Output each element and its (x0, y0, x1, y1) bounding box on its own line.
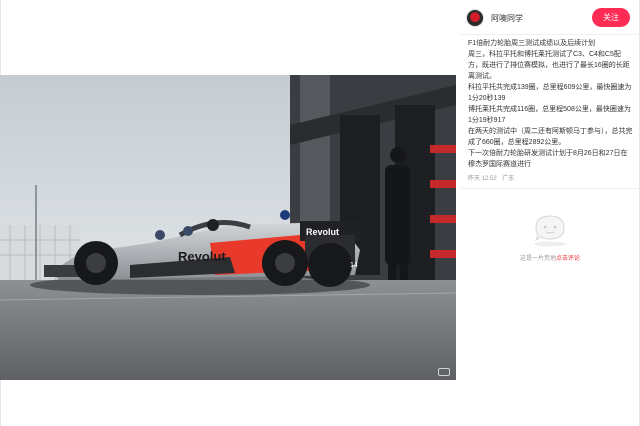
post-paragraph: 周三，科拉平托和博托莱托测试了C3、C4和C5配方，既进行了排位赛模拟，也进行了… (468, 51, 630, 80)
car-brand-text: Revolut (178, 249, 226, 264)
post-paragraph: 在两天的测试中（周二还有阿斯顿马丁参与），总共完成了660圈，总里程2892公里… (468, 128, 633, 146)
post-paragraph: F1倍耐力轮胎周三测试成绩以及后续计划 (468, 40, 596, 47)
write-comment-link[interactable]: 点击评论 (556, 256, 580, 262)
empty-chat-icon (534, 215, 566, 247)
car-number-text: 14 (350, 262, 358, 269)
author-row[interactable]: 阿噢同学 (466, 7, 523, 29)
empty-comments-label: 这是一片荒地 (519, 256, 556, 262)
post-paragraph: 科拉平托共完成139圈，总里程609公里，最快圈速为1分20秒139 (468, 84, 632, 102)
empty-comments-text: 这是一片荒地点击评论 (460, 253, 640, 262)
post-body: F1倍耐力轮胎周三测试成绩以及后续计划 周三，科拉平托和博托莱托测试了C3、C4… (468, 38, 634, 170)
f1-car-pitlane-image: Revolut Revolut 14 (0, 75, 456, 380)
empty-comments: 这是一片荒地点击评论 (460, 212, 640, 262)
post-card: Revolut Revolut 14 阿噢同学 关注 F1倍耐力轮胎周三测试成绩… (0, 0, 640, 426)
rear-wing-brand-text: Revolut (306, 227, 339, 237)
divider (460, 188, 640, 189)
post-time: 昨天 12:52 (468, 176, 497, 182)
post-photo[interactable]: Revolut Revolut 14 (0, 75, 456, 380)
author-name[interactable]: 阿噢同学 (491, 13, 523, 24)
divider (460, 34, 640, 35)
watermark-icon (438, 368, 450, 376)
post-location: 广东 (502, 176, 515, 182)
audi-f1-avatar-icon[interactable] (466, 9, 484, 27)
post-paragraph: 下一次倍耐力轮胎研发测试计划于8月26日和27日在穆杰罗国际赛道进行 (468, 150, 628, 168)
post-paragraph: 博托莱托共完成116圈，总里程508公里，最快圈速为1分19秒917 (468, 106, 631, 124)
follow-button[interactable]: 关注 (592, 8, 630, 27)
post-meta: 昨天 12:52 广东 (468, 173, 514, 182)
